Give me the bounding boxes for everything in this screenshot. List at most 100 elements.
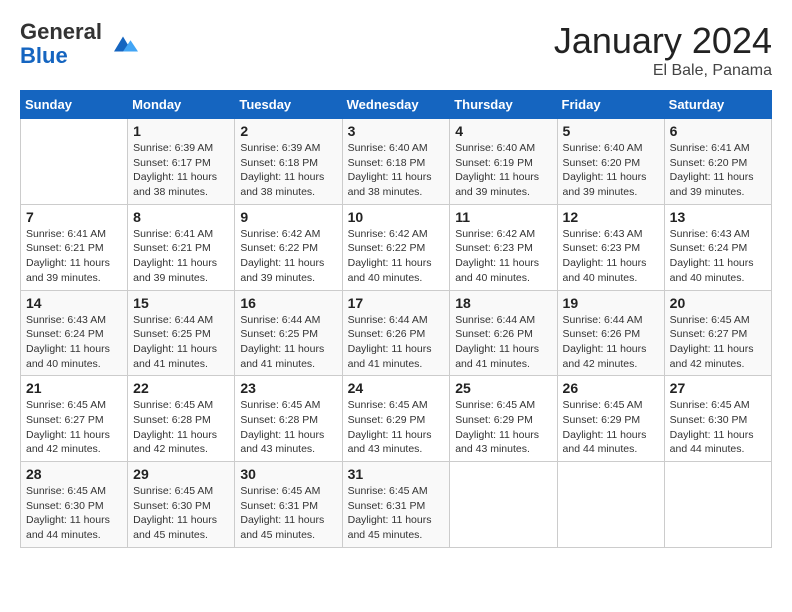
sunrise-text: Sunrise: 6:43 AM — [563, 227, 659, 242]
day-info: Sunrise: 6:41 AMSunset: 6:20 PMDaylight:… — [670, 141, 766, 200]
daylight-text: Daylight: 11 hours and 39 minutes. — [133, 256, 229, 285]
sunset-text: Sunset: 6:22 PM — [240, 241, 336, 256]
day-info: Sunrise: 6:44 AMSunset: 6:26 PMDaylight:… — [563, 313, 659, 372]
logo-general-text: General — [20, 19, 102, 44]
day-cell: 6Sunrise: 6:41 AMSunset: 6:20 PMDaylight… — [664, 119, 771, 205]
day-info: Sunrise: 6:45 AMSunset: 6:27 PMDaylight:… — [26, 398, 122, 457]
day-cell: 31Sunrise: 6:45 AMSunset: 6:31 PMDayligh… — [342, 462, 450, 548]
daylight-text: Daylight: 11 hours and 43 minutes. — [240, 428, 336, 457]
daylight-text: Daylight: 11 hours and 42 minutes. — [26, 428, 122, 457]
day-info: Sunrise: 6:41 AMSunset: 6:21 PMDaylight:… — [26, 227, 122, 286]
day-cell — [450, 462, 557, 548]
day-cell: 5 Sunrise: 6:40 AMSunset: 6:20 PMDaylight… — [557, 119, 664, 205]
sunset-text: Sunset: 6:24 PM — [26, 327, 122, 342]
sunrise-text: Sunrise: 6:43 AM — [670, 227, 766, 242]
day-number: 5 — [563, 123, 659, 139]
sunset-text: Sunset: 6:30 PM — [670, 413, 766, 428]
day-cell: 18Sunrise: 6:44 AMSunset: 6:26 PMDayligh… — [450, 290, 557, 376]
day-number: 10 — [348, 209, 445, 225]
sunrise-text: Sunrise: 6:39 AM — [240, 141, 336, 156]
day-info: Sunrise: 6:45 AMSunset: 6:30 PMDaylight:… — [133, 484, 229, 543]
day-cell: 12Sunrise: 6:43 AMSunset: 6:23 PMDayligh… — [557, 204, 664, 290]
day-cell: 25Sunrise: 6:45 AMSunset: 6:29 PMDayligh… — [450, 376, 557, 462]
daylight-text: Daylight: 11 hours and 41 minutes. — [455, 342, 551, 371]
sunrise-text: Sunrise: 6:45 AM — [240, 398, 336, 413]
sunset-text: Sunset: 6:27 PM — [670, 327, 766, 342]
daylight-text: Daylight: 11 hours and 42 minutes. — [563, 342, 659, 371]
daylight-text: Daylight: 11 hours and 44 minutes. — [26, 513, 122, 542]
sunrise-text: Sunrise: 6:45 AM — [26, 398, 122, 413]
sunrise-text: Sunrise: 6:44 AM — [455, 313, 551, 328]
daylight-text: Daylight: 11 hours and 40 minutes. — [348, 256, 445, 285]
daylight-text: Daylight: 11 hours and 38 minutes. — [133, 170, 229, 199]
sunrise-text: Sunrise: 6:45 AM — [563, 398, 659, 413]
weekday-header-sunday: Sunday — [21, 91, 128, 119]
week-row-4: 21Sunrise: 6:45 AMSunset: 6:27 PMDayligh… — [21, 376, 772, 462]
day-info: Sunrise: 6:42 AMSunset: 6:22 PMDaylight:… — [240, 227, 336, 286]
day-info: Sunrise: 6:45 AMSunset: 6:28 PMDaylight:… — [240, 398, 336, 457]
daylight-text: Daylight: 11 hours and 43 minutes. — [348, 428, 445, 457]
day-info: Sunrise: 6:40 AMSunset: 6:20 PMDaylight:… — [563, 141, 659, 200]
day-number: 7 — [26, 209, 122, 225]
location: El Bale, Panama — [554, 62, 772, 80]
day-info: Sunrise: 6:39 AMSunset: 6:17 PMDaylight:… — [133, 141, 229, 200]
daylight-text: Daylight: 11 hours and 39 minutes. — [563, 170, 659, 199]
day-info: Sunrise: 6:44 AMSunset: 6:26 PMDaylight:… — [348, 313, 445, 372]
day-number: 1 — [133, 123, 229, 139]
day-cell: 17Sunrise: 6:44 AMSunset: 6:26 PMDayligh… — [342, 290, 450, 376]
day-info: Sunrise: 6:44 AMSunset: 6:25 PMDaylight:… — [133, 313, 229, 372]
day-cell: 21Sunrise: 6:45 AMSunset: 6:27 PMDayligh… — [21, 376, 128, 462]
day-number: 12 — [563, 209, 659, 225]
sunrise-text: Sunrise: 6:45 AM — [670, 398, 766, 413]
day-cell: 22Sunrise: 6:45 AMSunset: 6:28 PMDayligh… — [128, 376, 235, 462]
sunset-text: Sunset: 6:30 PM — [133, 499, 229, 514]
day-cell: 11Sunrise: 6:42 AMSunset: 6:23 PMDayligh… — [450, 204, 557, 290]
daylight-text: Daylight: 11 hours and 40 minutes. — [26, 342, 122, 371]
daylight-text: Daylight: 11 hours and 45 minutes. — [348, 513, 445, 542]
sunset-text: Sunset: 6:20 PM — [563, 156, 659, 171]
daylight-text: Daylight: 11 hours and 44 minutes. — [563, 428, 659, 457]
sunset-text: Sunset: 6:25 PM — [240, 327, 336, 342]
sunset-text: Sunset: 6:26 PM — [348, 327, 445, 342]
day-cell: 29Sunrise: 6:45 AMSunset: 6:30 PMDayligh… — [128, 462, 235, 548]
day-info: Sunrise: 6:45 AMSunset: 6:28 PMDaylight:… — [133, 398, 229, 457]
day-cell: 10Sunrise: 6:42 AMSunset: 6:22 PMDayligh… — [342, 204, 450, 290]
day-cell: 1 Sunrise: 6:39 AMSunset: 6:17 PMDaylight… — [128, 119, 235, 205]
day-info: Sunrise: 6:45 AMSunset: 6:30 PMDaylight:… — [26, 484, 122, 543]
day-number: 16 — [240, 295, 336, 311]
day-cell: 15 Sunrise: 6:44 AMSunset: 6:25 PMDayligh… — [128, 290, 235, 376]
day-cell: 13Sunrise: 6:43 AMSunset: 6:24 PMDayligh… — [664, 204, 771, 290]
sunrise-text: Sunrise: 6:42 AM — [455, 227, 551, 242]
daylight-text: Daylight: 11 hours and 42 minutes. — [133, 428, 229, 457]
day-info: Sunrise: 6:40 AMSunset: 6:19 PMDaylight:… — [455, 141, 551, 200]
calendar-table: SundayMondayTuesdayWednesdayThursdayFrid… — [20, 90, 772, 548]
sunrise-text: Sunrise: 6:39 AM — [133, 141, 229, 156]
sunrise-text: Sunrise: 6:45 AM — [26, 484, 122, 499]
page-header: General Blue January 2024 El Bale, Panam… — [20, 20, 772, 80]
day-info: Sunrise: 6:45 AMSunset: 6:30 PMDaylight:… — [670, 398, 766, 457]
day-info: Sunrise: 6:40 AMSunset: 6:18 PMDaylight:… — [348, 141, 445, 200]
daylight-text: Daylight: 11 hours and 41 minutes. — [348, 342, 445, 371]
weekday-header-friday: Friday — [557, 91, 664, 119]
week-row-3: 14Sunrise: 6:43 AMSunset: 6:24 PMDayligh… — [21, 290, 772, 376]
title-block: January 2024 El Bale, Panama — [554, 20, 772, 80]
daylight-text: Daylight: 11 hours and 38 minutes. — [348, 170, 445, 199]
weekday-header-monday: Monday — [128, 91, 235, 119]
day-info: Sunrise: 6:45 AMSunset: 6:29 PMDaylight:… — [563, 398, 659, 457]
sunrise-text: Sunrise: 6:44 AM — [563, 313, 659, 328]
sunset-text: Sunset: 6:29 PM — [455, 413, 551, 428]
sunrise-text: Sunrise: 6:42 AM — [240, 227, 336, 242]
day-number: 15 — [133, 295, 229, 311]
sunset-text: Sunset: 6:31 PM — [348, 499, 445, 514]
day-cell — [664, 462, 771, 548]
daylight-text: Daylight: 11 hours and 40 minutes. — [455, 256, 551, 285]
day-cell: 30Sunrise: 6:45 AMSunset: 6:31 PMDayligh… — [235, 462, 342, 548]
day-info: Sunrise: 6:45 AMSunset: 6:29 PMDaylight:… — [348, 398, 445, 457]
day-cell: 28Sunrise: 6:45 AMSunset: 6:30 PMDayligh… — [21, 462, 128, 548]
daylight-text: Daylight: 11 hours and 40 minutes. — [563, 256, 659, 285]
sunset-text: Sunset: 6:26 PM — [455, 327, 551, 342]
day-cell: 3Sunrise: 6:40 AMSunset: 6:18 PMDaylight… — [342, 119, 450, 205]
day-cell: 19Sunrise: 6:44 AMSunset: 6:26 PMDayligh… — [557, 290, 664, 376]
daylight-text: Daylight: 11 hours and 43 minutes. — [455, 428, 551, 457]
sunrise-text: Sunrise: 6:40 AM — [455, 141, 551, 156]
